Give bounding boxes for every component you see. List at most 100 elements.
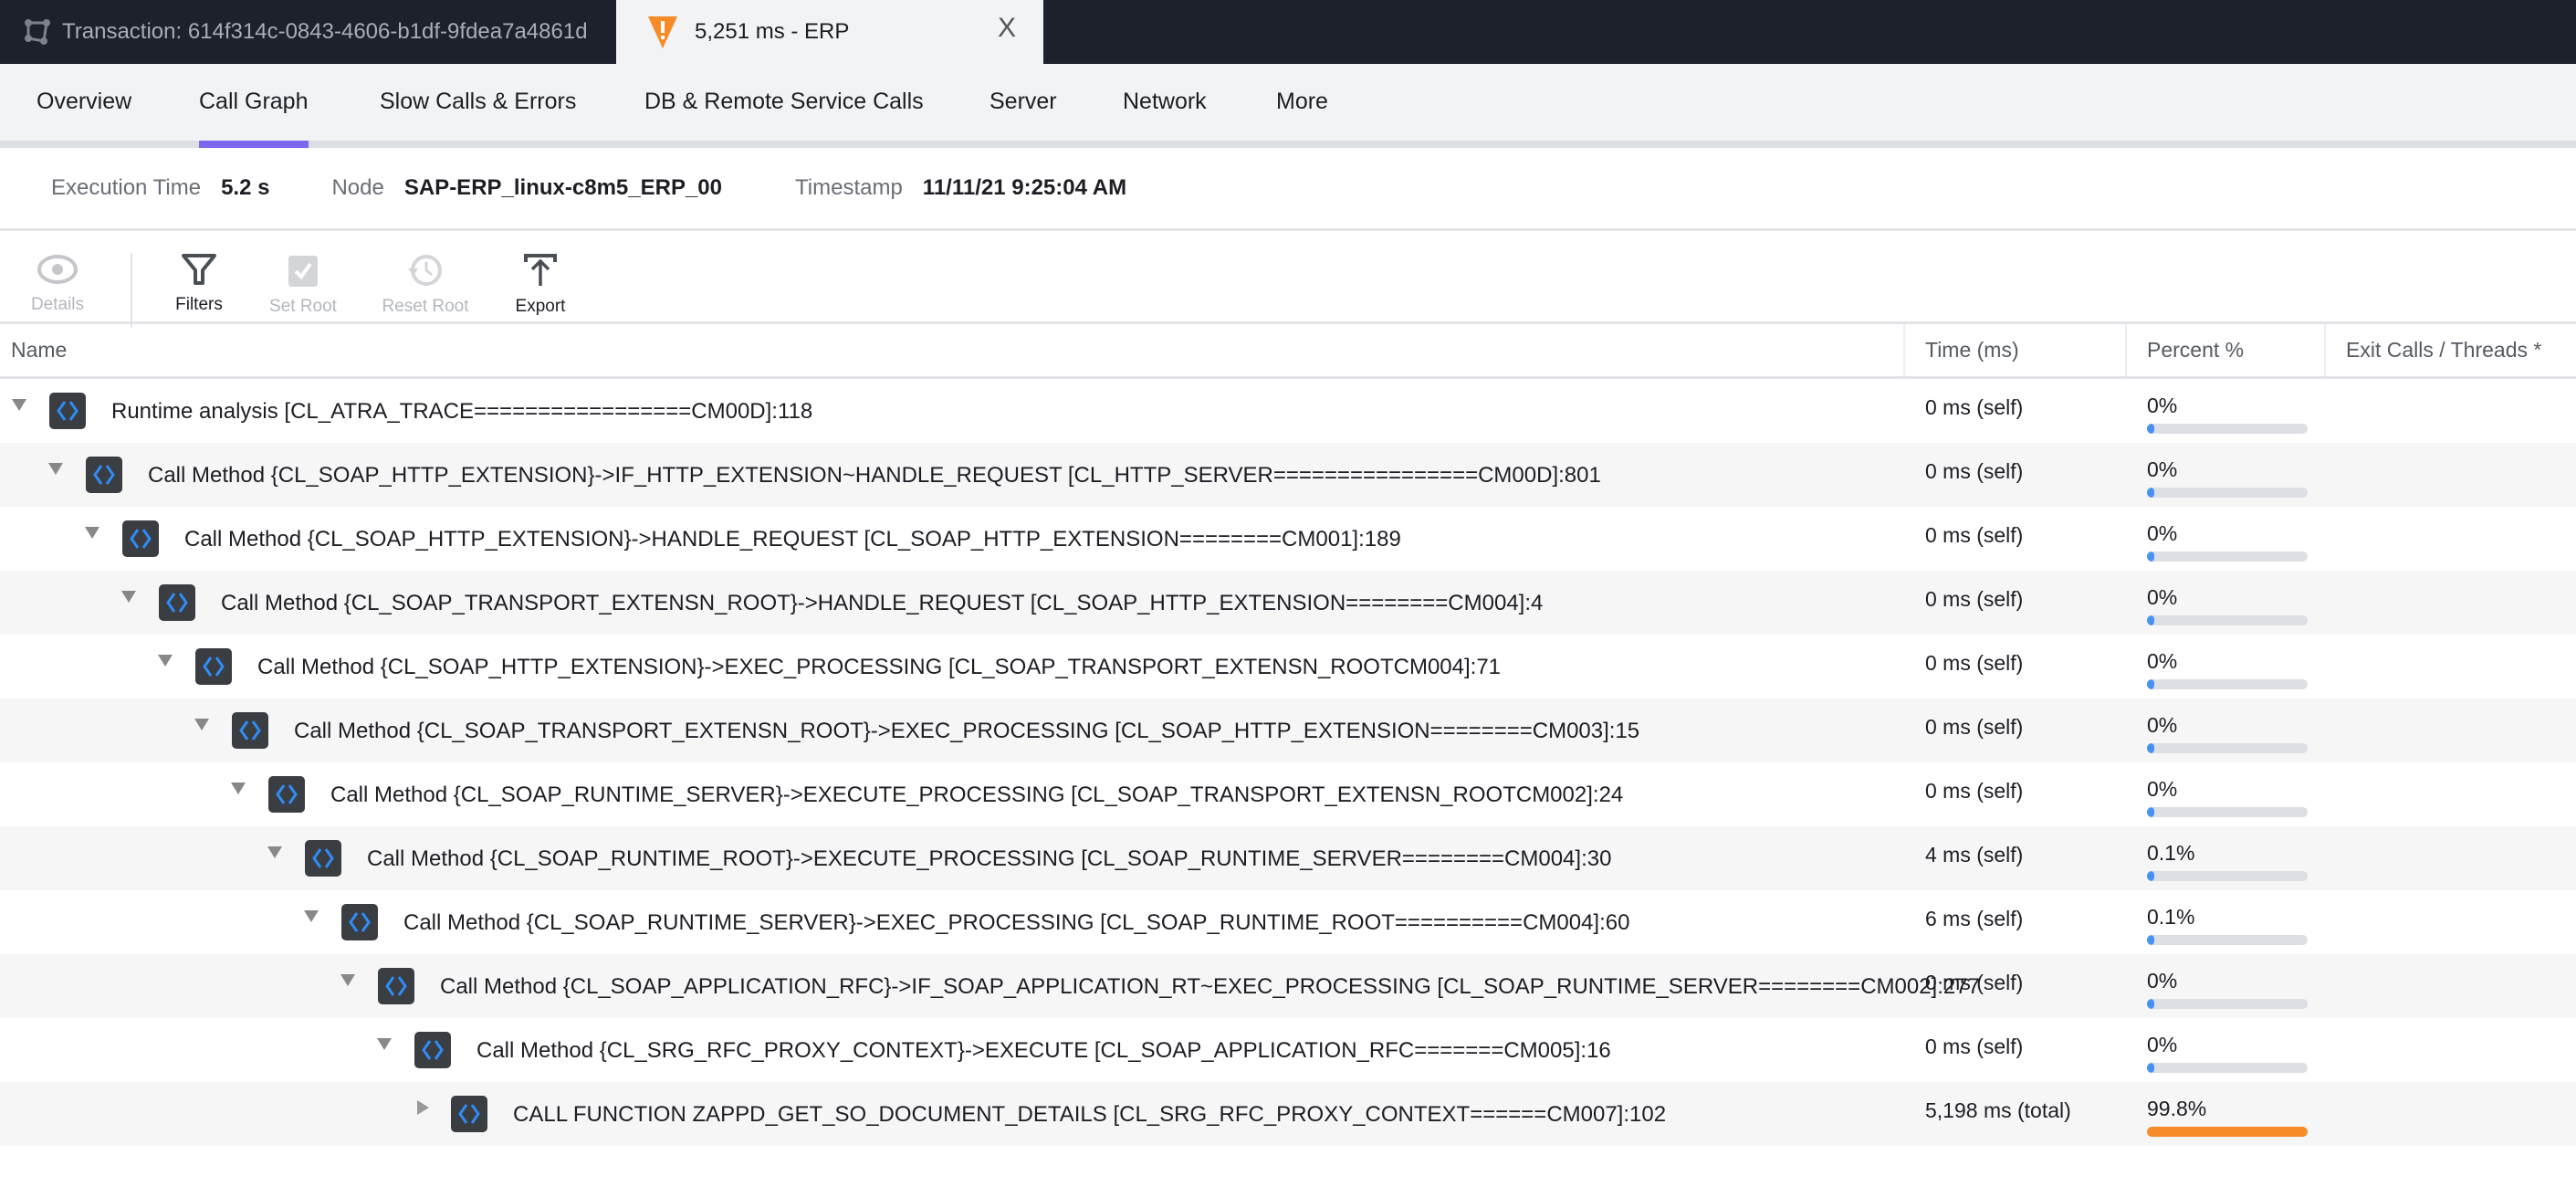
- percent-value: 0.1%: [2147, 841, 2195, 865]
- name-cell: Call Method {CL_SRG_RFC_PROXY_CONTEXT}->…: [0, 1018, 1905, 1082]
- close-tab-button[interactable]: X: [998, 13, 1016, 44]
- collapse-toggle-icon[interactable]: [377, 1038, 392, 1050]
- name-cell: Call Method {CL_SOAP_HTTP_EXTENSION}->EX…: [0, 635, 1905, 699]
- method-name: Call Method {CL_SOAP_APPLICATION_RFC}->I…: [440, 974, 1980, 999]
- table-row[interactable]: Call Method {CL_SRG_RFC_PROXY_CONTEXT}->…: [0, 1018, 2576, 1082]
- column-header-name[interactable]: Name: [0, 324, 1905, 376]
- collapse-toggle-icon[interactable]: [340, 974, 355, 986]
- tab-server[interactable]: Server: [990, 89, 1057, 141]
- method-code-icon: [49, 393, 86, 429]
- table-row[interactable]: Call Method {CL_SOAP_HTTP_EXTENSION}->HA…: [0, 507, 2576, 571]
- percent-bar-fill: [2147, 871, 2154, 881]
- tab-more[interactable]: More: [1276, 89, 1328, 141]
- table-row[interactable]: Call Method {CL_SOAP_RUNTIME_SERVER}->EX…: [0, 762, 2576, 826]
- collapse-toggle-icon[interactable]: [194, 719, 209, 730]
- tab-db-remote-service-calls[interactable]: DB & Remote Service Calls: [644, 89, 924, 141]
- collapse-toggle-icon[interactable]: [304, 910, 319, 922]
- method-code-icon: [451, 1096, 487, 1132]
- table-header: Name Time (ms) Percent % Exit Calls / Th…: [0, 324, 2576, 379]
- details-button[interactable]: Details: [7, 253, 108, 315]
- exit-calls-cell: [2326, 507, 2576, 571]
- tab-slow-calls-errors[interactable]: Slow Calls & Errors: [380, 89, 576, 141]
- method-code-icon: [268, 776, 305, 813]
- percent-bar: [2147, 488, 2308, 498]
- percent-bar-fill: [2147, 615, 2154, 625]
- method-code-icon: [414, 1032, 451, 1068]
- method-name: Call Method {CL_SOAP_RUNTIME_SERVER}->EX…: [330, 783, 1624, 807]
- name-cell: Call Method {CL_SOAP_TRANSPORT_EXTENSN_R…: [0, 571, 1905, 635]
- percent-bar-fill: [2147, 679, 2154, 689]
- window-tab-bar: Transaction: 614f314c-0843-4606-b1df-9fd…: [0, 0, 2576, 64]
- node-label: Node: [331, 175, 384, 200]
- percent-cell: 0%: [2127, 1018, 2326, 1082]
- collapse-toggle-icon[interactable]: [267, 846, 282, 858]
- call-graph-tree: Runtime analysis [CL_ATRA_TRACE=========…: [0, 379, 2576, 1146]
- table-row[interactable]: Call Method {CL_SOAP_RUNTIME_SERVER}->EX…: [0, 890, 2576, 954]
- tab-transaction[interactable]: Transaction: 614f314c-0843-4606-b1df-9fd…: [0, 0, 616, 64]
- table-row[interactable]: Call Method {CL_SOAP_APPLICATION_RFC}->I…: [0, 954, 2576, 1018]
- set-root-label: Set Root: [269, 297, 337, 316]
- filter-icon: [182, 254, 216, 285]
- export-label: Export: [515, 297, 566, 316]
- collapse-toggle-icon[interactable]: [231, 783, 246, 794]
- percent-value: 0%: [2147, 585, 2178, 609]
- collapse-toggle-icon[interactable]: [48, 463, 63, 475]
- time-cell: 0 ms (self): [1925, 523, 2024, 547]
- percent-bar-fill: [2147, 999, 2154, 1009]
- expand-toggle-icon[interactable]: [417, 1100, 429, 1115]
- method-code-icon: [122, 520, 159, 557]
- set-root-button[interactable]: Set Root: [253, 253, 353, 317]
- details-label: Details: [30, 295, 85, 314]
- percent-bar-fill: [2147, 551, 2154, 562]
- table-row[interactable]: Call Method {CL_SOAP_TRANSPORT_EXTENSN_R…: [0, 699, 2576, 762]
- exit-calls-cell: [2326, 954, 2576, 1018]
- tab-overview[interactable]: Overview: [37, 89, 131, 141]
- percent-value: 0%: [2147, 649, 2178, 673]
- method-code-icon: [159, 584, 195, 621]
- method-name: Call Method {CL_SOAP_HTTP_EXTENSION}->EX…: [257, 655, 1502, 679]
- execution-time-label: Execution Time: [51, 175, 202, 200]
- collapse-toggle-icon[interactable]: [158, 655, 173, 667]
- column-header-percent[interactable]: Percent %: [2127, 324, 2326, 376]
- warning-icon: [648, 16, 677, 48]
- percent-bar: [2147, 551, 2308, 562]
- exit-calls-cell: [2326, 1018, 2576, 1082]
- percent-value: 0%: [2147, 521, 2178, 545]
- table-row[interactable]: Call Method {CL_SOAP_TRANSPORT_EXTENSN_R…: [0, 571, 2576, 635]
- table-row[interactable]: Call Method {CL_SOAP_HTTP_EXTENSION}->IF…: [0, 443, 2576, 507]
- column-header-exit-calls[interactable]: Exit Calls / Threads *: [2326, 324, 2576, 376]
- method-code-icon: [305, 840, 341, 877]
- exit-calls-cell: [2326, 890, 2576, 954]
- collapse-toggle-icon[interactable]: [85, 527, 99, 539]
- method-name: Call Method {CL_SOAP_RUNTIME_SERVER}->EX…: [403, 910, 1630, 935]
- method-name: Call Method {CL_SOAP_HTTP_EXTENSION}->HA…: [184, 527, 1401, 551]
- reset-root-button[interactable]: Reset Root: [375, 253, 476, 317]
- filters-button[interactable]: Filters: [149, 253, 249, 315]
- table-row[interactable]: Call Method {CL_SOAP_RUNTIME_ROOT}->EXEC…: [0, 826, 2576, 890]
- percent-cell: 0%: [2127, 635, 2326, 699]
- time-cell: 0 ms (self): [1925, 459, 2024, 483]
- percent-cell: 0.1%: [2127, 826, 2326, 890]
- table-row[interactable]: Runtime analysis [CL_ATRA_TRACE=========…: [0, 379, 2576, 443]
- table-row[interactable]: CALL FUNCTION ZAPPD_GET_SO_DOCUMENT_DETA…: [0, 1082, 2576, 1146]
- exit-calls-cell: [2326, 379, 2576, 443]
- percent-value: 0%: [2147, 457, 2178, 481]
- export-button[interactable]: Export: [490, 253, 591, 317]
- tab-erp[interactable]: 5,251 ms - ERP X: [616, 0, 1043, 64]
- column-header-time[interactable]: Time (ms): [1905, 324, 2127, 376]
- tab-call-graph[interactable]: Call Graph: [199, 89, 309, 148]
- percent-value: 0%: [2147, 394, 2178, 417]
- method-name: Call Method {CL_SOAP_TRANSPORT_EXTENSN_R…: [294, 719, 1640, 743]
- collapse-toggle-icon[interactable]: [121, 591, 136, 603]
- filters-label: Filters: [175, 295, 223, 314]
- percent-bar-fill: [2147, 1063, 2154, 1073]
- collapse-toggle-icon[interactable]: [12, 399, 26, 411]
- method-code-icon: [195, 648, 232, 685]
- percent-cell: 0.1%: [2127, 890, 2326, 954]
- table-row[interactable]: Call Method {CL_SOAP_HTTP_EXTENSION}->EX…: [0, 635, 2576, 699]
- execution-time-value: 5.2 s: [221, 175, 270, 200]
- tab-network[interactable]: Network: [1123, 89, 1207, 141]
- transaction-icon: [25, 19, 50, 45]
- name-cell: Call Method {CL_SOAP_RUNTIME_SERVER}->EX…: [0, 890, 1905, 954]
- export-icon: [524, 254, 557, 286]
